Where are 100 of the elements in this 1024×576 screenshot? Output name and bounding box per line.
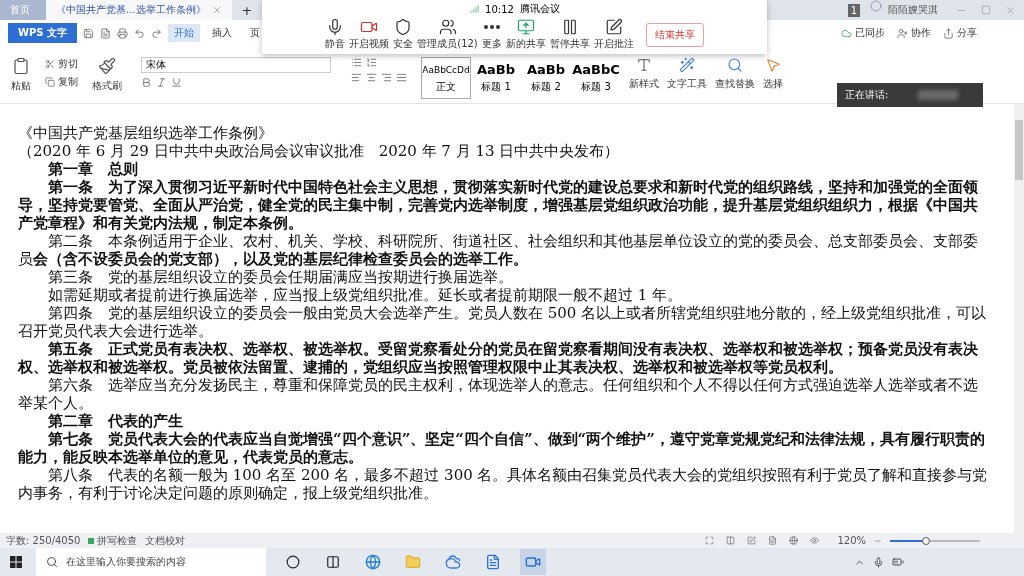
share-icon [943,27,954,39]
speaking-label: 正在讲话: [845,88,889,102]
meeting-title: 腾讯会议 [519,2,560,16]
ribbon-tool-button[interactable]: 查找替换 [715,57,755,91]
copy-icon [45,77,55,87]
taskbar-search-field[interactable]: 在这里输入你要搜索的内容 [36,548,266,576]
document-paragraph: 第三条 党的基层组织设立的委员会任期届满应当按期进行换届选举。 [47,268,514,286]
ribbon-tool-button[interactable]: 选择 [763,57,783,91]
document-icon [100,27,112,39]
proofread-label[interactable]: 文档校对 [145,533,186,548]
document-tab[interactable]: 《中国共产党基...选举工作条例》 [46,0,232,20]
document-paragraph: （2020 年 6 月 29 日中共中央政治局会议审议批准 2020 年 7 月 13 日中共中央发布） [18,142,621,160]
ribbon-tab[interactable]: 插入 [206,24,239,42]
zoom-slider-thumb[interactable] [922,536,930,545]
notification-count: 1 [847,3,860,17]
style-preset[interactable]: AaBbC 标题 3 [571,57,621,99]
microphone-icon [873,556,884,568]
align-right-icon [381,72,392,83]
document-paragraph: 第一章 总则 [47,160,139,178]
app-menu-button[interactable]: WPS 文字 [8,23,78,43]
style-preset[interactable]: AaBbCcDd 正文 [421,57,471,99]
wand-icon [679,57,695,73]
meeting-time: 10:12 [485,3,514,15]
pen-square-icon [604,18,623,36]
cloud-action-button[interactable]: 协作 [894,26,934,40]
paste-button[interactable]: 粘贴 [8,79,34,93]
signal-icon [469,4,480,14]
ribbon-tab[interactable]: 页 [244,24,267,42]
page-icon [768,536,778,545]
redo-icon [151,27,163,39]
battery-icon [892,556,904,568]
cloud-action-button[interactable]: 已同步 [838,26,888,40]
document-paragraph: 第八条 代表的名额一般为 100 名至 200 名，最多不超过 300 名。具体名额由召集党员代表大会的党组织按照有利于党员了解和直接参与党内事务，有利于讨论决定问题的原则确定，报上级党组织批准。 [18,466,989,502]
meeting-control-button[interactable]: 安全 [393,18,414,51]
style-preset[interactable]: AaBb 标题 1 [471,57,521,99]
blurred-name [918,90,959,100]
document-paragraph: 第二章 代表的产生 [47,412,184,430]
meeting-control-button[interactable]: 静音 [325,18,346,51]
screen-share-icon [516,18,535,36]
restore-icon [981,5,991,15]
avatar-icon [870,0,882,12]
document-paragraph: 第二条 本条例适用于企业、农村、机关、学校、科研院所、街道社区、社会组织和其他基层单位设立的党的委员会、总支部委员会、支部委员会（含不设委员会的党支部），以及党的基层纪律检查委员会的选举工作。 [18,232,979,268]
font-name-field[interactable]: 宋体 [141,57,331,73]
align-left-icon [351,72,362,83]
meeting-control-button[interactable]: 暂停共享 [549,18,590,51]
cloud-action-button[interactable]: 分享 [940,26,980,40]
close-icon [1005,4,1016,16]
document-paragraph: 第一条 为了深入贯彻习近平新时代中国特色社会主义思想，贯彻落实新时代党的建设总要求和新时代党的组织路线，坚持和加强党的全面领导，坚持党要管党、全面从严治党，健全党的民主集中制，完善党内选举制度，增强基层党组织政治功能，提升基层党组织组织力，根据《中国共产党章程》和有关党内法规，制定本条例。 [18,178,979,232]
undo-icon [134,27,146,39]
spell-check-label[interactable]: 拼写检查 [97,533,138,548]
paintbrush-icon [98,57,116,75]
windows-logo-icon[interactable] [10,556,22,568]
search-icon [727,57,743,73]
scrollbar[interactable] [1014,104,1024,533]
document-paragraph: 第六条 选举应当充分发扬民主，尊重和保障党员的民主权利，体现选举人的意志。任何组织和个人不得以任何方式强迫选举人选举或者不选举某个人。 [18,376,979,412]
style-preset[interactable]: AaBb 标题 2 [521,57,571,99]
pen-icon [747,536,757,545]
format-painter-button[interactable]: 格式刷 [89,79,125,93]
meeting-control-button[interactable]: 新的共享 [505,18,546,51]
columns-icon [726,536,736,545]
italic-icon [156,77,167,88]
cloud-icon [841,27,852,39]
meeting-control-button[interactable]: 更多 [481,18,502,51]
scissors-icon [45,59,55,69]
zoom-percent: 120% [837,535,866,546]
zoom-slider[interactable] [890,539,980,542]
document-paragraph: 第五条 正式党员有表决权、选举权、被选举权。受留党察看处分的党员在留党察看期间没有表决权、选举权和被选举权；预备党员没有表决权、选举权和被选举权。党员被依法留置、逮捕的，党组织应当按照管理权限中止其表决权、选举权和被选举权等党员权利。 [18,340,979,376]
eye-icon [810,536,820,545]
user-name: 陌陌嫂哭淇 [888,3,938,17]
end-share-button[interactable]: 结束共享 [645,22,704,47]
spell-check-indicator[interactable] [88,537,95,544]
document-paragraph: 第七条 党员代表大会的代表应当自觉增强“四个意识”、坚定“四个自信”、做到“两个维护”，遵守党章党规党纪和法律法规，具有履行职责的能力，能反映本选举单位的意见，代表党员的意志。 [18,430,986,466]
fullscreen-icon [705,536,715,545]
meeting-control-button[interactable]: 开启批注 [593,18,634,51]
close-icon [211,5,222,15]
letters-icon [636,57,652,73]
ribbon-tool-button[interactable]: 新样式 [629,57,659,91]
user-plus-icon [897,27,908,39]
globe-icon [789,536,799,545]
align-center-icon [366,72,377,83]
shield-icon [394,18,413,36]
search-icon [46,556,58,568]
underline-icon [171,77,182,88]
ribbon-tab[interactable]: 开始 [168,24,201,42]
cut-button[interactable]: 剪切 [42,57,81,71]
meeting-app-icon[interactable] [520,549,546,575]
align-justify-icon [396,72,407,83]
word-count: 字数: 250/4050 [6,533,81,548]
document-paragraph: 《中国共产党基层组织选举工作条例》 [18,124,274,142]
ribbon-tool-button[interactable]: 文字工具 [667,57,707,91]
meeting-control-button[interactable]: 管理成员(12) [417,18,478,51]
new-tab-button[interactable]: + [231,0,263,20]
save-icon [83,27,95,39]
meeting-control-button[interactable]: 开启视频 [349,18,390,51]
document-paragraph: 第四条 党的基层组织设立的委员会一般由党员大会选举产生。党员人数在 500 名以上或者所辖党组织驻地分散的，经上级党组织批准，可以召开党员代表大会进行选举。 [18,304,988,340]
people-icon [438,18,457,36]
bold-icon [141,77,152,88]
copy-button[interactable]: 复制 [42,75,81,89]
numbered-list-icon [366,57,377,68]
pointer-icon [765,57,781,73]
